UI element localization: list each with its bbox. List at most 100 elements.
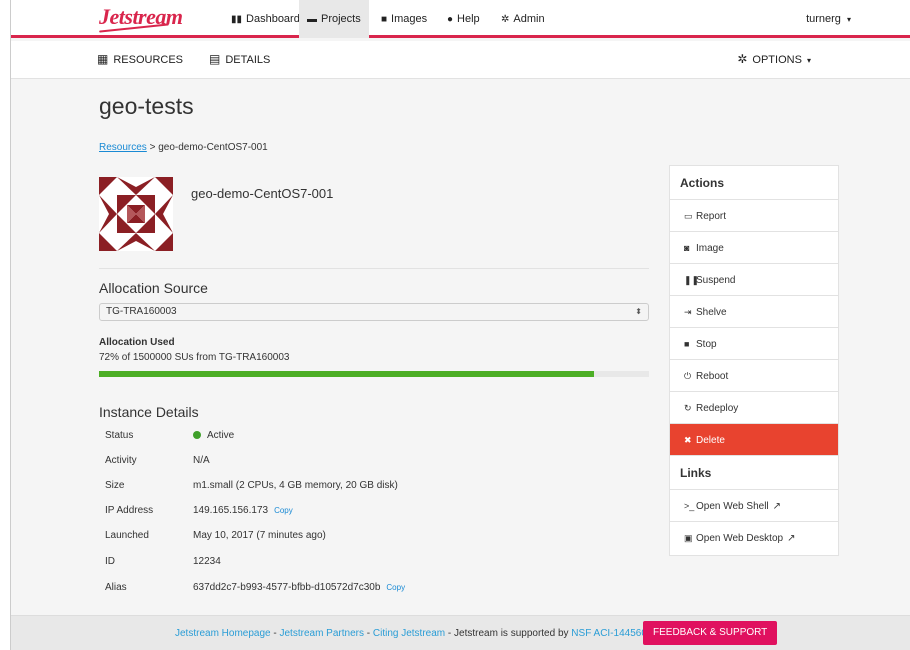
footer-sep: -	[270, 628, 280, 639]
detail-key: Alias	[105, 582, 127, 593]
breadcrumb: Resources > geo-demo-CentOS7-001	[99, 142, 268, 153]
nav-projects[interactable]: ▬ Projects	[299, 0, 369, 38]
detail-value: 12234	[193, 556, 221, 567]
bar-chart-icon: ▮▮	[231, 14, 243, 25]
copy-ip-button[interactable]: Copy	[274, 506, 293, 515]
suspend-label: Suspend	[696, 275, 736, 286]
nav-images[interactable]: ■ Images	[373, 0, 435, 38]
open-web-desktop-link[interactable]: ▣ Open Web Desktop ↗	[670, 522, 838, 554]
user-menu[interactable]: turnerg ▾	[806, 0, 851, 38]
desktop-icon: ▣	[684, 533, 693, 543]
redeploy-label: Redeploy	[696, 403, 739, 414]
detail-value: Active	[193, 430, 234, 441]
footer: Jetstream Homepage - Jetstream Partners …	[11, 615, 910, 650]
status-value: Active	[207, 430, 235, 441]
allocation-progress-bar	[99, 371, 649, 377]
detail-value: m1.small (2 CPUs, 4 GB memory, 20 GB dis…	[193, 480, 398, 491]
allocation-source-select[interactable]: TG-TRA160003 ⬍	[99, 303, 649, 321]
detail-key: Status	[105, 430, 134, 441]
log-in-icon: ⇥	[684, 307, 692, 317]
power-icon: ⏻	[684, 371, 692, 381]
top-nav: Jetstream ▮▮ Dashboard ▬ Projects ■ Images …	[11, 0, 910, 38]
nav-images-label: Images	[391, 13, 428, 25]
sub-nav: ▦ RESOURCES ▤ DETAILS ✲ OPTIONS ▾	[11, 41, 910, 79]
jetstream-homepage-link[interactable]: Jetstream Homepage	[175, 628, 271, 639]
options-dropdown[interactable]: ✲ OPTIONS ▾	[737, 41, 811, 77]
suspend-button[interactable]: ❚❚Suspend	[670, 264, 838, 296]
citing-jetstream-link[interactable]: Citing Jetstream	[373, 628, 445, 639]
refresh-icon: ↻	[684, 403, 692, 413]
jetstream-partners-link[interactable]: Jetstream Partners	[280, 628, 364, 639]
breadcrumb-current: > geo-demo-CentOS7-001	[146, 142, 268, 153]
instance-avatar	[99, 177, 173, 251]
list-icon: ▤	[209, 52, 221, 66]
allocation-used-text: 72% of 1500000 SUs from TG-TRA160003	[99, 352, 290, 363]
tab-details[interactable]: ▤ DETAILS	[209, 41, 270, 77]
instance-details-heading: Instance Details	[99, 404, 199, 420]
redeploy-button[interactable]: ↻ Redeploy	[670, 392, 838, 424]
delete-label: Delete	[696, 435, 725, 446]
breadcrumb-resources-link[interactable]: Resources	[99, 142, 147, 153]
allocation-used-heading: Allocation Used	[99, 337, 175, 348]
actions-panel: Actions ▭ Report ◙ Image ❚❚Suspend ⇥ Shelve…	[669, 165, 839, 556]
tab-details-label: DETAILS	[225, 54, 271, 66]
inbox-icon: ▭	[684, 211, 693, 221]
open-web-shell-link[interactable]: >_ Open Web Shell ↗	[670, 490, 838, 522]
terminal-icon: >_	[684, 501, 695, 511]
nav-help-label: Help	[457, 13, 480, 25]
pause-icon: ❚❚	[684, 275, 700, 285]
detail-value: May 10, 2017 (7 minutes ago)	[193, 530, 326, 541]
grid-icon: ▦	[97, 52, 109, 66]
shelve-button[interactable]: ⇥ Shelve	[670, 296, 838, 328]
detail-value: 149.165.156.173 Copy	[193, 505, 293, 516]
footer-text: Jetstream Homepage - Jetstream Partners …	[175, 628, 652, 639]
tab-resources-label: RESOURCES	[113, 54, 184, 66]
nav-admin[interactable]: ✲ Admin	[493, 0, 553, 38]
nav-help[interactable]: ● Help	[439, 0, 488, 38]
detail-value: N/A	[193, 455, 210, 466]
detail-key: ID	[105, 556, 115, 567]
detail-key: IP Address	[105, 505, 154, 516]
detail-key: Activity	[105, 455, 137, 466]
links-heading: Links	[670, 456, 838, 490]
select-arrows-icon: ⬍	[635, 307, 642, 316]
actions-heading: Actions	[670, 166, 838, 200]
nav-admin-label: Admin	[513, 13, 545, 25]
stop-label: Stop	[696, 339, 717, 350]
delete-button[interactable]: ✖ Delete	[670, 424, 838, 456]
options-label: OPTIONS	[752, 54, 802, 66]
folder-open-icon: ▬	[307, 14, 317, 25]
allocation-source-value: TG-TRA160003	[106, 306, 177, 317]
detail-value: 637dd2c7-b993-4577-bfbb-d10572d7c30b Copy	[193, 582, 405, 593]
feedback-support-button[interactable]: FEEDBACK & SUPPORT	[643, 621, 778, 645]
gear-icon: ✲	[501, 14, 510, 25]
report-label: Report	[696, 211, 727, 222]
report-button[interactable]: ▭ Report	[670, 200, 838, 232]
footer-sep: -	[363, 628, 373, 639]
instance-name: geo-demo-CentOS7-001	[191, 186, 334, 201]
allocation-progress-fill	[99, 371, 594, 377]
alias-value: 637dd2c7-b993-4577-bfbb-d10572d7c30b	[193, 582, 381, 593]
caret-down-icon: ▾	[806, 56, 811, 65]
status-active-dot-icon	[193, 431, 201, 439]
caret-down-icon: ▾	[846, 15, 851, 24]
username: turnerg	[806, 13, 841, 25]
allocation-source-heading: Allocation Source	[99, 280, 208, 296]
image-button[interactable]: ◙ Image	[670, 232, 838, 264]
stop-button[interactable]: ■ Stop	[670, 328, 838, 360]
reboot-label: Reboot	[696, 371, 729, 382]
tab-resources[interactable]: ▦ RESOURCES	[97, 41, 183, 77]
divider	[99, 268, 649, 269]
reboot-button[interactable]: ⏻ Reboot	[670, 360, 838, 392]
gear-icon: ✲	[737, 52, 748, 66]
floppy-icon: ■	[381, 14, 388, 25]
camera-icon: ◙	[684, 243, 690, 253]
nav-dashboard[interactable]: ▮▮ Dashboard	[223, 0, 308, 38]
nsf-grant-link[interactable]: NSF ACI-1445604	[571, 628, 652, 639]
detail-key: Launched	[105, 530, 149, 541]
page-title: geo-tests	[99, 93, 194, 119]
nav-projects-label: Projects	[321, 13, 361, 25]
copy-alias-button[interactable]: Copy	[386, 583, 405, 592]
question-circle-icon: ●	[447, 14, 454, 25]
web-shell-label: Open Web Shell	[696, 501, 769, 512]
